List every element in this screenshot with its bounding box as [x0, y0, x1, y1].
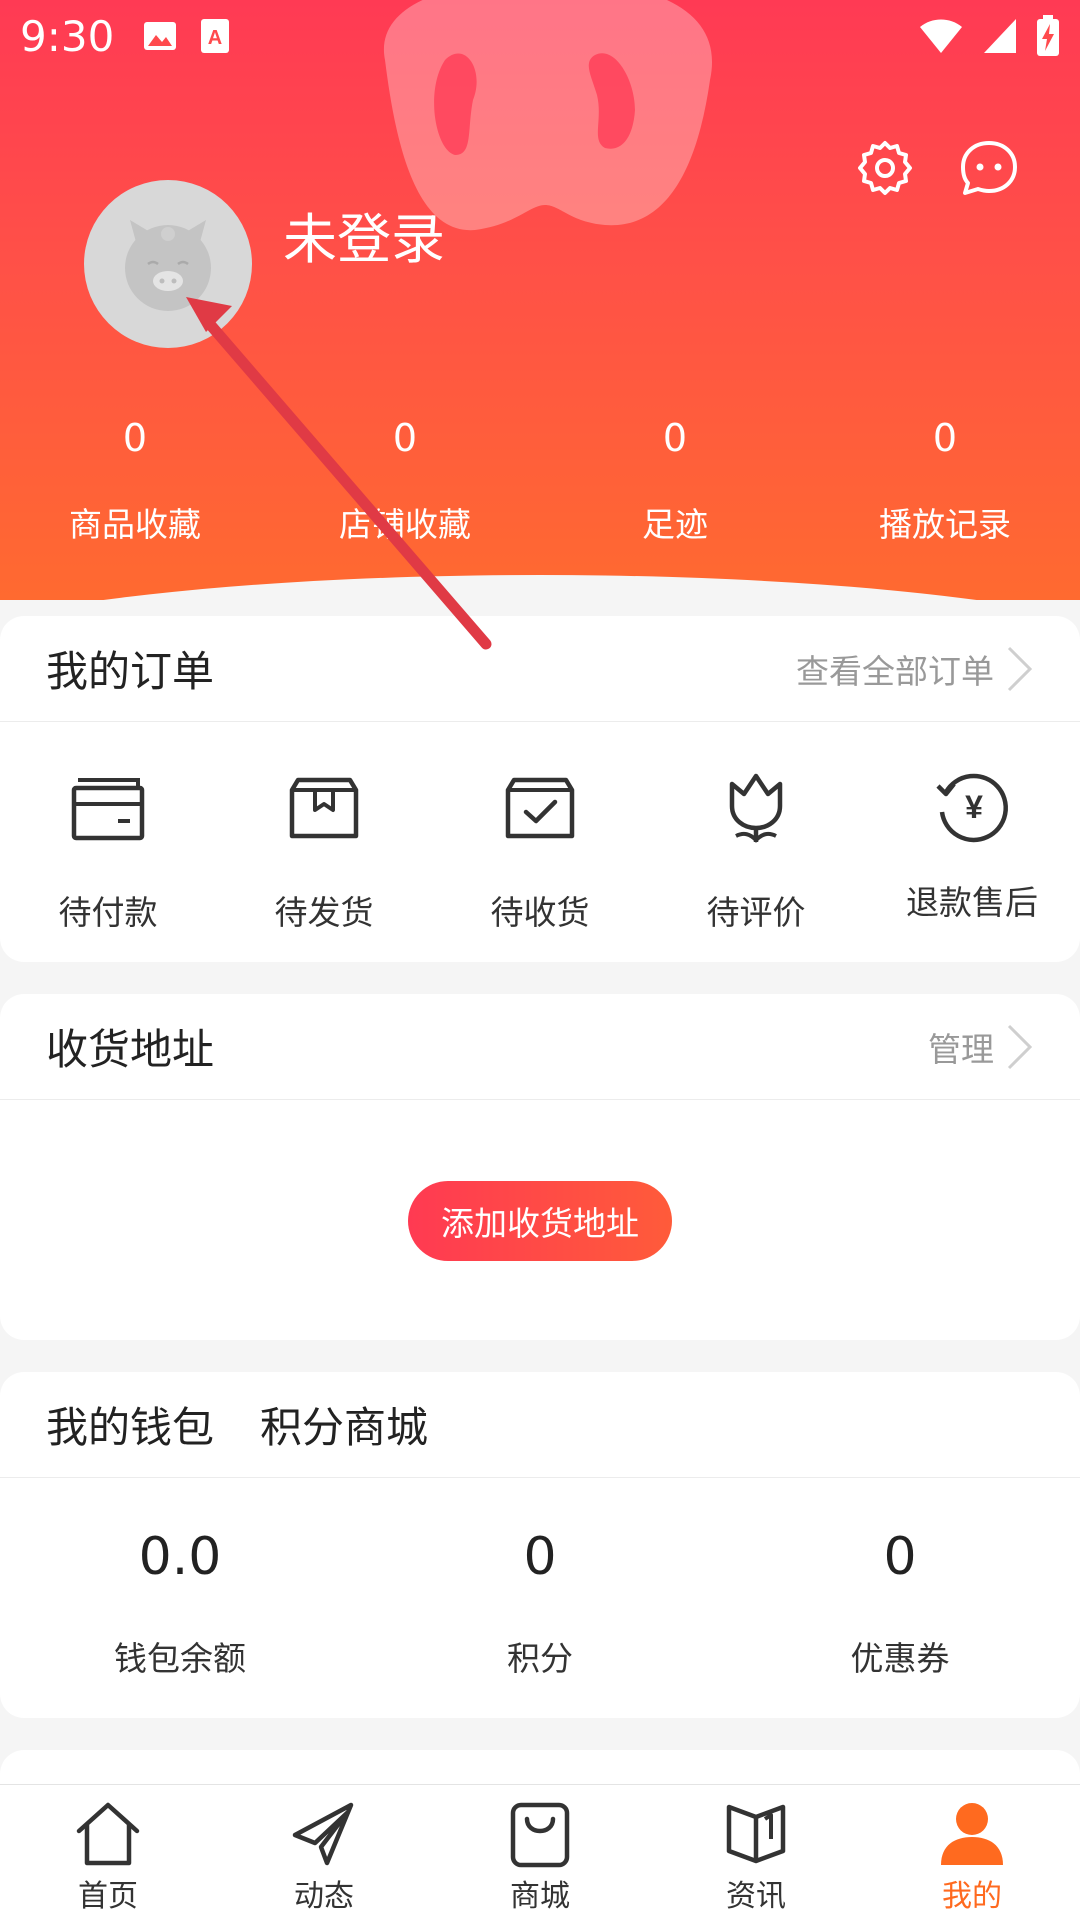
- svg-text:A: A: [208, 27, 222, 49]
- box-check-icon: [505, 777, 575, 839]
- order-label: 待评价: [706, 893, 806, 932]
- manage-address-link[interactable]: 管理: [928, 1022, 1034, 1072]
- message-button[interactable]: [958, 137, 1020, 199]
- order-pending-payment[interactable]: 待付款: [0, 766, 216, 934]
- nav-mall[interactable]: 商城: [432, 1785, 648, 1920]
- nav-label: 动态: [294, 1879, 354, 1914]
- signal-icon: [984, 19, 1016, 53]
- bottom-nav: 首页 动态 商城 资讯 我的: [0, 1784, 1080, 1920]
- user-icon: [941, 1803, 1003, 1865]
- order-label: 待收货: [490, 893, 590, 932]
- nav-feed[interactable]: 动态: [216, 1785, 432, 1920]
- stat-value: 0: [932, 416, 958, 460]
- avatar[interactable]: [84, 180, 252, 348]
- chevron-right-icon: [1007, 646, 1033, 691]
- login-status-text[interactable]: 未登录: [283, 195, 445, 274]
- order-label: 退款售后: [906, 883, 1038, 922]
- order-pending-review[interactable]: 待评价: [648, 766, 864, 934]
- nav-label: 首页: [78, 1879, 138, 1914]
- stat-product-favorites[interactable]: 0 商品收藏: [0, 408, 270, 546]
- orders-title: 我的订单: [46, 647, 215, 696]
- wallet-value: 0: [523, 1527, 557, 1587]
- orders-card: 我的订单 查看全部订单 待付款 待发货 待收货 待评价 ¥ 退款售后: [0, 616, 1080, 962]
- status-time: 9:30: [20, 11, 115, 61]
- address-card: 收货地址 管理 添加收货地址: [0, 994, 1080, 1340]
- battery-icon: [1037, 15, 1059, 56]
- stat-store-favorites[interactable]: 0 店铺收藏: [270, 408, 540, 546]
- view-all-orders-link[interactable]: 查看全部订单: [796, 644, 1034, 694]
- stat-label: 店铺收藏: [339, 505, 471, 544]
- nav-home[interactable]: 首页: [0, 1785, 216, 1920]
- stat-footprints[interactable]: 0 足迹: [540, 408, 810, 546]
- stat-value: 0: [392, 416, 418, 460]
- stat-label: 足迹: [642, 505, 708, 544]
- wallet-value: 0.0: [138, 1527, 222, 1587]
- chevron-right-icon: [1007, 1024, 1033, 1069]
- paper-plane-icon: [292, 1802, 354, 1866]
- stat-value: 0: [122, 416, 148, 460]
- profile-stats: 0 商品收藏 0 店铺收藏 0 足迹 0 播放记录: [0, 408, 1080, 546]
- wallet-coupons[interactable]: 0 优惠券: [720, 1522, 1080, 1680]
- wallet-card: 我的钱包 积分商城 0.0 钱包余额 0 积分 0 优惠券: [0, 1372, 1080, 1718]
- home-icon: [76, 1802, 140, 1866]
- nav-label: 商城: [510, 1879, 570, 1914]
- wallet-label: 钱包余额: [114, 1639, 246, 1678]
- nav-label: 我的: [942, 1879, 1002, 1914]
- wallet-label: 优惠券: [850, 1639, 950, 1678]
- svg-text:¥: ¥: [965, 789, 983, 825]
- chat-bubble-icon: [961, 141, 1017, 195]
- order-pending-receipt[interactable]: 待收货: [432, 766, 648, 934]
- order-label: 待付款: [58, 893, 158, 932]
- address-title: 收货地址: [46, 1025, 215, 1074]
- stat-play-history[interactable]: 0 播放记录: [810, 408, 1080, 546]
- points-mall-title[interactable]: 积分商城: [260, 1394, 428, 1455]
- shopping-bag-icon: [510, 1802, 570, 1868]
- refund-icon: ¥: [936, 773, 1008, 843]
- image-notification-icon: [144, 22, 177, 50]
- font-notification-icon: A: [201, 19, 230, 53]
- nav-label: 资讯: [726, 1879, 786, 1914]
- wallet-label: 积分: [507, 1639, 573, 1678]
- manage-address-label: 管理: [928, 1029, 994, 1069]
- add-address-button[interactable]: 添加收货地址: [408, 1181, 672, 1261]
- tulip-icon: [729, 773, 783, 843]
- pig-avatar-icon: [125, 220, 211, 311]
- view-all-orders-label: 查看全部订单: [796, 651, 994, 691]
- wallet-icon: [71, 778, 145, 841]
- stat-label: 播放记录: [879, 505, 1011, 544]
- book-icon: [726, 1804, 786, 1864]
- gear-icon: [858, 141, 912, 195]
- stat-value: 0: [662, 416, 688, 460]
- box-icon: [289, 777, 359, 839]
- wallet-points[interactable]: 0 积分: [360, 1522, 720, 1680]
- wallet-title[interactable]: 我的钱包: [46, 1394, 214, 1455]
- wifi-icon: [920, 19, 962, 53]
- nav-news[interactable]: 资讯: [648, 1785, 864, 1920]
- stat-label: 商品收藏: [69, 505, 201, 544]
- header-curve: [0, 575, 1080, 600]
- wallet-balance[interactable]: 0.0 钱包余额: [0, 1522, 360, 1680]
- settings-button[interactable]: [854, 137, 916, 199]
- wallet-value: 0: [883, 1527, 917, 1587]
- order-label: 待发货: [274, 893, 374, 932]
- status-bar: 9:30 A: [0, 0, 1080, 72]
- nav-mine[interactable]: 我的: [864, 1785, 1080, 1920]
- order-refund-after-sales[interactable]: ¥ 退款售后: [864, 766, 1080, 934]
- order-pending-shipment[interactable]: 待发货: [216, 766, 432, 934]
